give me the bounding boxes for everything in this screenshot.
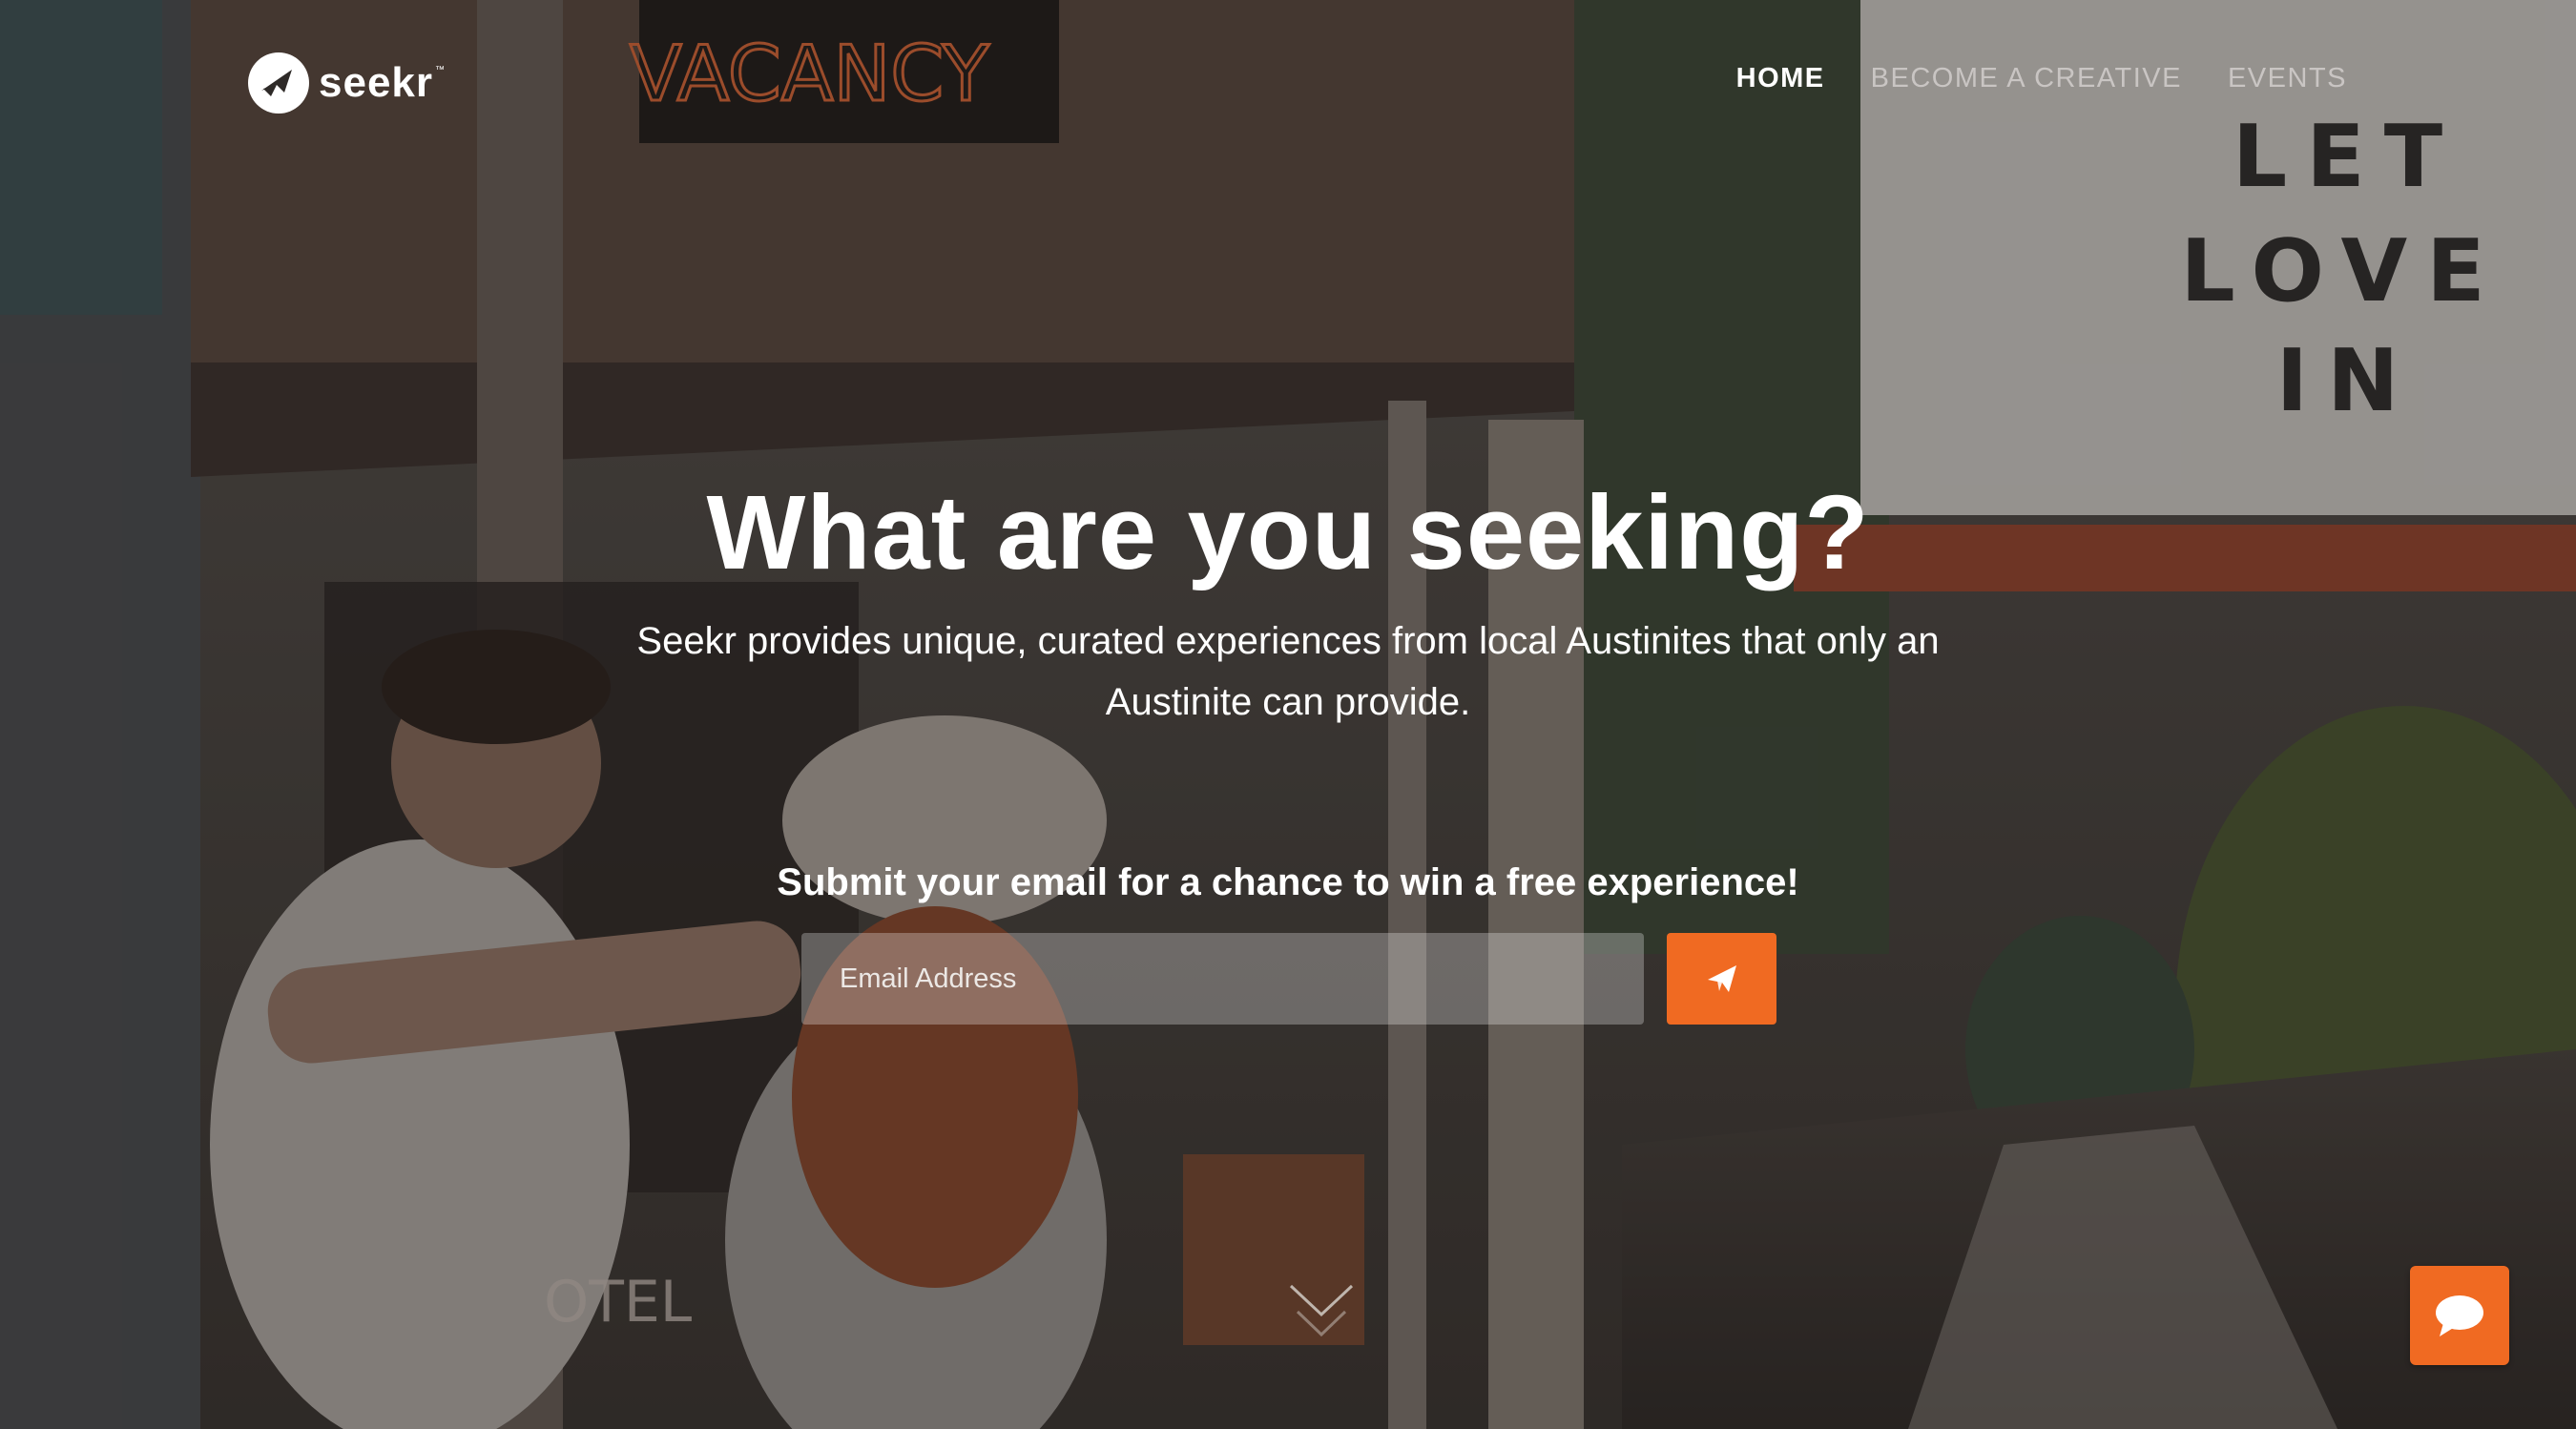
trademark-symbol: ™ [435,64,446,75]
email-input[interactable] [801,933,1644,1025]
chat-button[interactable] [2410,1266,2509,1365]
seekr-logo[interactable]: seekr ™ [248,52,445,114]
main-nav: HOME BECOME A CREATIVE EVENTS [1736,63,2347,94]
paper-plane-icon [1707,965,1736,992]
chevron-down-icon[interactable] [1288,1283,1355,1350]
hero-subtitle: Seekr provides unique, curated experienc… [636,620,1940,723]
seekr-logo-text: seekr [319,59,434,106]
chat-bubble-icon [2436,1295,2483,1336]
email-prompt: Submit your email for a chance to win a … [777,861,1799,903]
email-submit-button[interactable] [1667,933,1776,1025]
nav-item-events[interactable]: EVENTS [2228,63,2347,94]
nav-item-become-a-creative[interactable]: BECOME A CREATIVE [1871,63,2182,94]
hero-title: What are you seeking? [706,474,1870,591]
seekr-logo-icon [248,52,309,114]
nav-item-home[interactable]: HOME [1736,63,1825,94]
